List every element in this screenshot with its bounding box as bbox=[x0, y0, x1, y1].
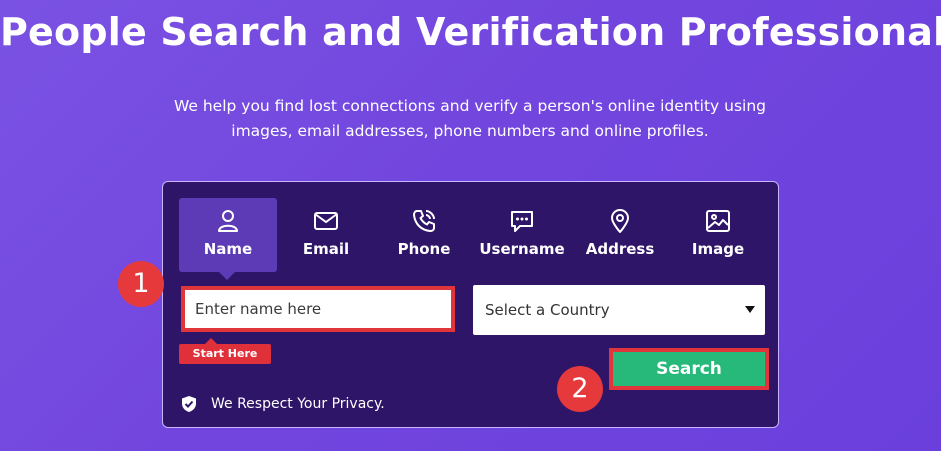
tab-username[interactable]: Username bbox=[473, 198, 571, 272]
tab-image[interactable]: Image bbox=[669, 198, 767, 272]
country-select[interactable]: Select a Country bbox=[473, 285, 765, 335]
name-input[interactable] bbox=[181, 286, 455, 332]
tab-name[interactable]: Name bbox=[179, 198, 277, 280]
privacy-note: We Respect Your Privacy. bbox=[181, 394, 385, 414]
step-2-marker: 2 bbox=[557, 366, 603, 412]
tab-label: Username bbox=[479, 240, 565, 258]
image-icon bbox=[706, 210, 730, 232]
phone-icon bbox=[413, 210, 435, 232]
search-card: Name Email Phone Username Address Image … bbox=[162, 181, 779, 428]
hero-title: People Search and Verification Professio… bbox=[0, 10, 941, 54]
hero-subtitle: We help you find lost connections and ve… bbox=[173, 97, 767, 140]
person-icon bbox=[218, 210, 238, 232]
envelope-icon bbox=[314, 212, 338, 230]
step-1-marker: 1 bbox=[118, 261, 164, 307]
chat-bubble-icon bbox=[511, 211, 533, 232]
start-here-badge: Start Here bbox=[179, 338, 271, 364]
tab-label: Phone bbox=[397, 240, 451, 258]
privacy-text: We Respect Your Privacy. bbox=[211, 396, 385, 412]
tab-label: Email bbox=[302, 240, 350, 258]
tab-email[interactable]: Email bbox=[277, 198, 375, 272]
tab-label: Image bbox=[691, 240, 745, 258]
tab-phone[interactable]: Phone bbox=[375, 198, 473, 272]
location-pin-icon bbox=[611, 209, 629, 233]
tab-label: Name bbox=[203, 240, 253, 258]
search-type-tabs: Name Email Phone Username Address Image bbox=[179, 198, 769, 280]
tab-label: Address bbox=[585, 240, 655, 258]
search-button[interactable]: Search bbox=[609, 348, 769, 390]
tab-address[interactable]: Address bbox=[571, 198, 669, 272]
caret-down-icon bbox=[745, 306, 755, 313]
country-select-value: Select a Country bbox=[485, 301, 610, 319]
shield-check-icon bbox=[182, 396, 196, 412]
